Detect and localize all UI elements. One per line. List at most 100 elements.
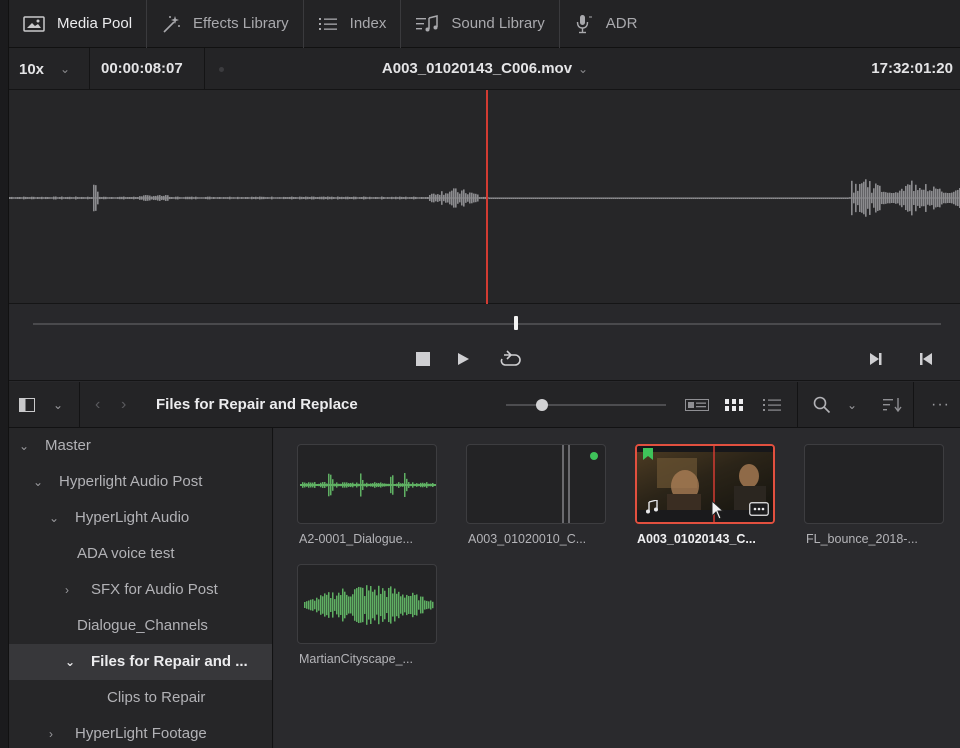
viewer-timecode[interactable]: 00:00:08:07 [101,48,183,90]
prev-frame-icon [920,353,932,365]
chevron-down-icon: ⌄ [578,62,589,76]
bin-item-hyperlight-audio-post[interactable]: ⌄ Hyperlight Audio Post [9,464,272,500]
clip-name: FL_bounce_2018-... [806,532,918,546]
clip-tile[interactable]: MartianCityscape_... [297,564,437,666]
chevron-down-icon[interactable]: ⌄ [19,428,33,464]
chevron-down-icon[interactable]: ⌄ [49,500,63,536]
thumbnail-size-slider[interactable] [506,399,666,411]
clip-name-label: A003_01020143_C006.mov [381,60,573,77]
metadata-view-button[interactable] [685,382,709,428]
forward-button[interactable]: › [121,382,126,428]
sound-library-icon [416,14,439,31]
clip-thumbnail[interactable] [635,444,775,524]
loop-button[interactable] [499,348,521,370]
clip-tile[interactable]: FL_bounce_2018-... [804,444,944,546]
music-note-icon [646,500,658,514]
clip-thumbnail[interactable] [804,444,944,524]
list-view-icon [763,399,781,411]
divider [79,382,80,428]
tab-effects-library[interactable]: Effects Library [147,0,304,48]
clip-tile[interactable]: A2-0001_Dialogue... [297,444,437,546]
bin-item-hyperlight-audio[interactable]: ⌄ HyperLight Audio [9,500,272,536]
jog-bar[interactable] [33,323,941,325]
thumbnail-view-button[interactable] [725,382,743,428]
media-pool-toolbar: ⌄ ‹ › Files for Repair and Replace ⌄ ··· [9,382,960,428]
jog-playhead-handle[interactable] [514,316,518,330]
clip-tile-selected[interactable]: A003_01020143_C... [635,444,775,546]
effects-wand-icon [163,15,181,33]
list-view-button[interactable] [763,382,781,428]
clip-name: A2-0001_Dialogue... [299,532,413,546]
clip-name-dropdown[interactable]: A003_01020143_C006.mov ⌄ [382,60,588,77]
bin-label: Clips to Repair [107,689,206,706]
tab-media-pool[interactable]: Media Pool [9,0,148,48]
toggle-bin-list-button[interactable] [19,382,35,428]
tab-label: Sound Library [451,15,545,32]
bin-label: Master [45,437,91,454]
clip-tile[interactable]: A003_01020010_C... [466,444,606,546]
metadata-view-icon [685,399,709,411]
zoom-level: 10x [19,60,45,78]
next-frame-button[interactable] [865,348,887,370]
clip-name: A003_01020143_C... [637,532,756,546]
bin-label: Dialogue_Channels [77,617,208,634]
tab-sound-library[interactable]: Sound Library [401,0,560,48]
prev-frame-button[interactable] [915,348,937,370]
sort-button[interactable] [883,382,903,428]
bin-list-sidebar: ⌄ Master ⌄ Hyperlight Audio Post ⌄ HyperLig… [9,428,273,748]
divider [204,48,205,90]
bin-label: Files for Repair and ... [91,653,248,670]
bin-label: Hyperlight Audio Post [59,473,203,490]
chevron-down-icon: ⌄ [60,62,71,76]
play-button[interactable] [452,348,474,370]
bin-label: HyperLight Footage [75,725,207,742]
bin-item-ada-voice-test[interactable]: ADA voice test [9,536,272,572]
transport-area [9,305,960,381]
tab-label: Media Pool [57,15,133,32]
more-dots-icon: ··· [931,396,950,413]
clip-thumbnail[interactable] [466,444,606,524]
clip-thumbnail[interactable] [297,444,437,524]
loop-icon [500,350,521,366]
stop-button[interactable] [412,348,434,370]
clip-name: MartianCityscape_... [299,652,413,666]
audio-waveform-icon [300,473,436,497]
divider [913,382,914,428]
search-button[interactable] [813,382,831,428]
audio-waveform-viewer[interactable] [9,90,960,304]
more-options-button[interactable]: ··· [931,382,950,428]
search-icon [813,396,831,414]
zoom-dropdown[interactable]: 10x ⌄ [19,48,70,90]
chevron-left-icon: ‹ [95,396,101,413]
tab-index[interactable]: Index [304,0,402,48]
clip-thumbnail[interactable] [297,564,437,644]
chevron-down-icon[interactable]: ⌄ [33,464,47,500]
bin-list-options-dropdown[interactable]: ⌄ [53,382,63,428]
bin-label: SFX for Audio Post [91,581,218,598]
search-options-dropdown[interactable]: ⌄ [847,382,857,428]
current-bin-title: Files for Repair and Replace [156,396,358,413]
slider-knob[interactable] [536,399,548,411]
source-timecode: 17:32:01:20 [871,60,953,77]
chevron-right-icon[interactable]: › [49,716,63,748]
bin-item-dialogue-channels[interactable]: Dialogue_Channels [9,608,272,644]
chevron-down-icon: ⌄ [847,398,858,412]
clip-grid: A2-0001_Dialogue... A003_01020010_C... A… [274,428,960,748]
sort-icon [883,398,902,412]
index-list-icon [318,17,337,30]
tab-adr[interactable]: ADR [560,0,652,48]
chevron-down-icon[interactable]: ⌄ [65,644,79,680]
bin-item-master[interactable]: ⌄ Master [9,428,272,464]
flag-marker-icon [643,448,653,460]
bin-label: ADA voice test [77,545,175,562]
next-frame-icon [870,353,882,365]
back-button[interactable]: ‹ [95,382,100,428]
play-icon [458,353,469,365]
audio-waveform-icon [304,585,434,625]
bin-item-hyperlight-footage[interactable]: › HyperLight Footage [9,716,272,748]
bin-item-clips-to-repair[interactable]: Clips to Repair [9,680,272,716]
clip-options-icon [749,502,769,516]
bin-item-sfx-for-audio-post[interactable]: › SFX for Audio Post [9,572,272,608]
bin-item-files-for-repair[interactable]: ⌄ Files for Repair and ... [9,644,272,680]
chevron-right-icon[interactable]: › [65,572,79,608]
